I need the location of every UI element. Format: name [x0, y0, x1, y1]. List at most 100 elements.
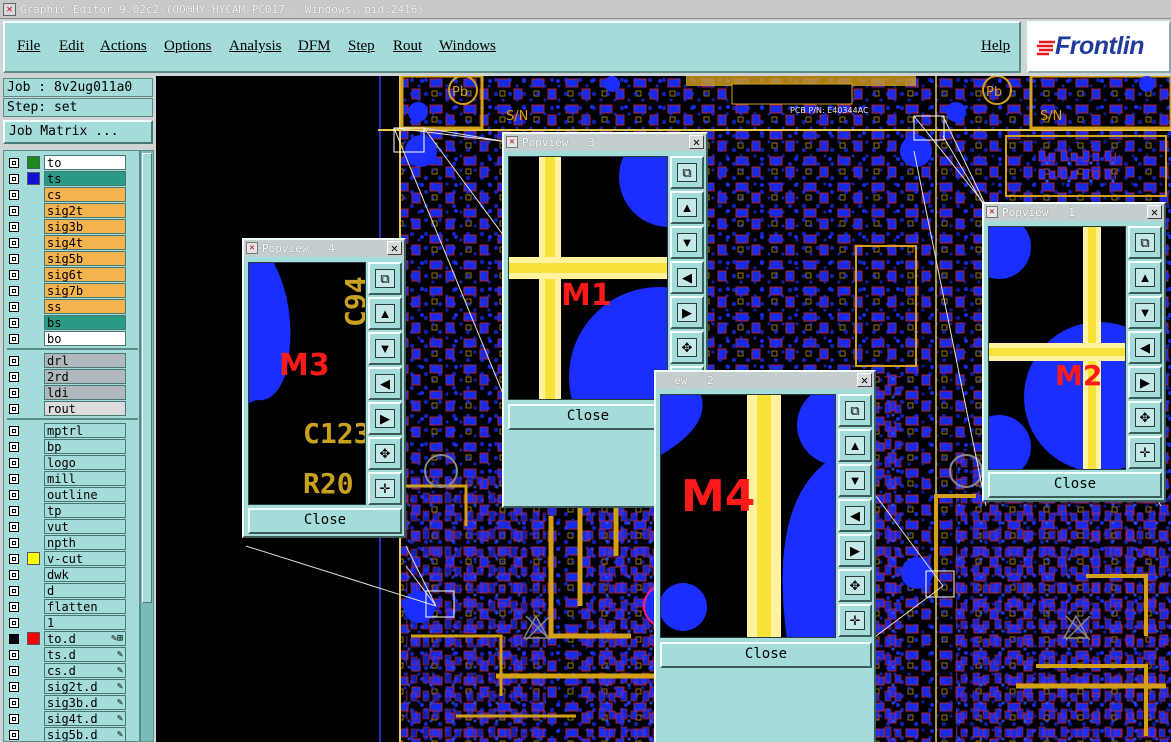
layer-row-sig7b[interactable]: sig7b	[7, 283, 127, 298]
popview-3-view[interactable]: M1	[508, 156, 668, 400]
popview-3-close-icon[interactable]: ✕	[689, 135, 704, 149]
layer-checkbox[interactable]	[9, 174, 19, 184]
layer-name[interactable]: 1	[44, 615, 126, 630]
layer-row-drl[interactable]: drl	[7, 353, 127, 368]
layer-row-v-cut[interactable]: v-cut	[7, 551, 127, 566]
pan-up-button[interactable]: ▲	[670, 191, 704, 224]
layer-row-npth[interactable]: npth	[7, 535, 127, 550]
pan-up-button[interactable]: ▲	[1128, 261, 1162, 294]
popview-1-close-button[interactable]: Close	[988, 472, 1162, 498]
layer-row-vut[interactable]: vut	[7, 519, 127, 534]
layer-name[interactable]: logo	[44, 455, 126, 470]
pan-left-button[interactable]: ◀	[368, 367, 402, 400]
layer-name[interactable]: cs	[44, 187, 126, 202]
layer-checkbox[interactable]	[9, 490, 19, 500]
zoom-fit-button[interactable]: ⧉	[368, 262, 402, 295]
layer-row-sig3b.d[interactable]: sig3b.d ✎	[7, 695, 127, 710]
menu-edit[interactable]: Edit	[59, 38, 84, 55]
pan-left-button[interactable]: ◀	[838, 499, 872, 532]
layer-checkbox[interactable]	[9, 356, 19, 366]
layer-name[interactable]: sig7b	[44, 283, 126, 298]
layer-checkbox[interactable]	[9, 426, 19, 436]
zoom-out-button[interactable]: ✛	[368, 472, 402, 505]
layer-row-ts.d[interactable]: ts.d ✎	[7, 647, 127, 662]
layer-name[interactable]: sig4t	[44, 235, 126, 250]
layer-color-swatch[interactable]	[27, 632, 40, 645]
layer-checkbox[interactable]	[9, 506, 19, 516]
layer-row-1[interactable]: 1	[7, 615, 127, 630]
menu-step[interactable]: Step	[348, 38, 375, 55]
layer-checkbox[interactable]	[9, 286, 19, 296]
layer-row-sig3b[interactable]: sig3b	[7, 219, 127, 234]
layer-name[interactable]: ts.d ✎	[44, 647, 126, 662]
pan-up-button[interactable]: ▲	[838, 429, 872, 462]
layer-checkbox[interactable]	[9, 372, 19, 382]
menu-rout[interactable]: Rout	[393, 38, 422, 55]
layer-color-swatch[interactable]	[27, 156, 40, 169]
pan-right-button[interactable]: ▶	[1128, 366, 1162, 399]
popview-4-view[interactable]: M3 C94 C123 R20	[248, 262, 366, 505]
layer-name[interactable]: cs.d ✎	[44, 663, 126, 678]
layer-checkbox[interactable]	[9, 538, 19, 548]
layer-name[interactable]: flatten	[44, 599, 126, 614]
layer-row-bo[interactable]: bo	[7, 331, 127, 346]
layer-checkbox[interactable]	[9, 650, 19, 660]
menu-file[interactable]: File	[17, 38, 40, 55]
zoom-in-button[interactable]: ✥	[368, 437, 402, 470]
popview-4-close-icon[interactable]: ✕	[387, 241, 402, 255]
layer-name[interactable]: sig2t.d ✎	[44, 679, 126, 694]
popview-4-close-button[interactable]: Close	[248, 508, 402, 534]
menu-analysis[interactable]: Analysis	[229, 38, 282, 55]
layer-row-tp[interactable]: tp	[7, 503, 127, 518]
layer-checkbox[interactable]	[9, 602, 19, 612]
zoom-in-button[interactable]: ✥	[1128, 401, 1162, 434]
layer-checkbox[interactable]	[9, 318, 19, 328]
popview-2-close-icon[interactable]: ✕	[857, 373, 872, 387]
layer-name[interactable]: bp	[44, 439, 126, 454]
layer-name[interactable]: mill	[44, 471, 126, 486]
layer-name[interactable]: v-cut	[44, 551, 126, 566]
layer-row-dwk[interactable]: dwk	[7, 567, 127, 582]
pan-down-button[interactable]: ▼	[368, 332, 402, 365]
layer-row-bs[interactable]: bs	[7, 315, 127, 330]
layer-name[interactable]: bs	[44, 315, 126, 330]
layer-name[interactable]: ldi	[44, 385, 126, 400]
layer-checkbox[interactable]	[9, 634, 19, 644]
layer-checkbox[interactable]	[9, 554, 19, 564]
layer-row-sig6t[interactable]: sig6t	[7, 267, 127, 282]
layer-name[interactable]: sig3b.d ✎	[44, 695, 126, 710]
layer-name[interactable]: 2rd	[44, 369, 126, 384]
layer-checkbox[interactable]	[9, 682, 19, 692]
layer-checkbox[interactable]	[9, 442, 19, 452]
pan-down-button[interactable]: ▼	[1128, 296, 1162, 329]
layer-checkbox[interactable]	[9, 206, 19, 216]
layer-checkbox[interactable]	[9, 586, 19, 596]
layer-row-sig2t[interactable]: sig2t	[7, 203, 127, 218]
layer-row-ss[interactable]: ss	[7, 299, 127, 314]
layer-row-ts[interactable]: ts	[7, 171, 127, 186]
layer-checkbox[interactable]	[9, 458, 19, 468]
layer-checkbox[interactable]	[9, 570, 19, 580]
layer-row-bp[interactable]: bp	[7, 439, 127, 454]
layer-checkbox[interactable]	[9, 302, 19, 312]
layer-row-rout[interactable]: rout	[7, 401, 127, 416]
layer-checkbox[interactable]	[9, 334, 19, 344]
layer-row-sig5b[interactable]: sig5b	[7, 251, 127, 266]
layer-checkbox[interactable]	[9, 522, 19, 532]
zoom-out-button[interactable]: ✛	[1128, 436, 1162, 469]
layer-name[interactable]: sig5b	[44, 251, 126, 266]
job-matrix-button[interactable]: Job Matrix ...	[3, 120, 153, 144]
layer-checkbox[interactable]	[9, 388, 19, 398]
pan-up-button[interactable]: ▲	[368, 297, 402, 330]
layer-name[interactable]: sig6t	[44, 267, 126, 282]
layer-name[interactable]: dwk	[44, 567, 126, 582]
layer-name[interactable]: drl	[44, 353, 126, 368]
layer-checkbox[interactable]	[9, 238, 19, 248]
zoom-out-button[interactable]: ✛	[838, 604, 872, 637]
layer-checkbox[interactable]	[9, 270, 19, 280]
layer-name[interactable]: mptrl	[44, 423, 126, 438]
layer-name[interactable]: ts	[44, 171, 126, 186]
layer-row-sig4t[interactable]: sig4t	[7, 235, 127, 250]
pan-down-button[interactable]: ▼	[670, 226, 704, 259]
layer-name[interactable]: tp	[44, 503, 126, 518]
